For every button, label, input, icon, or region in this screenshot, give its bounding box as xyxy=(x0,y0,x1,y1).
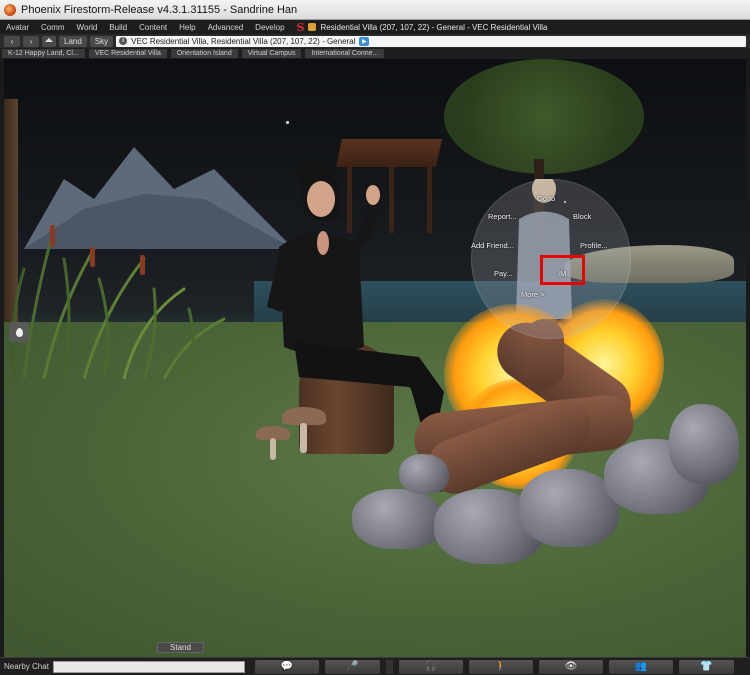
stand-button[interactable]: Stand xyxy=(157,642,204,653)
sky-button[interactable]: Sky xyxy=(89,35,114,47)
pie-more[interactable]: More > xyxy=(521,290,545,299)
menu-develop[interactable]: Develop xyxy=(255,23,284,32)
people-button[interactable]: 👥 xyxy=(608,659,673,674)
home-button[interactable] xyxy=(42,35,56,47)
walk-icon: 🚶 xyxy=(494,661,508,672)
favorite-item[interactable]: VEC Residential Villa xyxy=(88,49,167,58)
bottom-toolbar: Nearby Chat 💬 🎤 🎧 🚶 👁 👥 👕 xyxy=(0,657,750,675)
pie-block[interactable]: Block xyxy=(573,212,591,221)
pie-go-to[interactable]: Go to xyxy=(537,194,555,203)
parcel-lock-icon[interactable] xyxy=(308,23,317,31)
speak-button[interactable]: 💬 xyxy=(254,659,319,674)
microphone-icon: 🎤 xyxy=(346,661,359,672)
window-title-bar: Phoenix Firestorm-Release v4.3.1.31155 -… xyxy=(0,0,750,20)
menu-content[interactable]: Content xyxy=(139,23,167,32)
mushroom-stem xyxy=(270,438,276,460)
people-icon: 👥 xyxy=(634,661,648,672)
pie-report[interactable]: Report... xyxy=(488,212,517,221)
forward-arrow-icon: › xyxy=(29,36,33,46)
shirt-icon: 👕 xyxy=(700,661,713,672)
voice-button[interactable]: 🎤 xyxy=(324,659,380,674)
go-icon[interactable]: ▶ xyxy=(359,36,370,46)
nearby-chat-input[interactable] xyxy=(52,660,245,673)
star xyxy=(286,121,289,124)
appearance-button[interactable]: 👕 xyxy=(678,659,734,674)
favorite-item[interactable]: Orientation Island xyxy=(170,49,238,58)
pie-profile[interactable]: Profile... xyxy=(580,241,608,250)
rock xyxy=(669,404,739,484)
view-button[interactable]: 👁 xyxy=(538,659,603,674)
voice-dropdown[interactable] xyxy=(385,659,393,674)
headphones-icon: 🎧 xyxy=(424,661,438,672)
navigation-bar: ‹ › Land Sky i VEC Residential Villa, Re… xyxy=(0,34,750,48)
world-viewport[interactable]: Go to Report... Block Add Friend... Prof… xyxy=(4,59,746,657)
mushroom-stem xyxy=(300,423,307,453)
location-text: VEC Residential Villa, Residential Villa… xyxy=(131,36,356,46)
favorite-item[interactable]: K-12 Happy Land, Cl... xyxy=(2,49,85,58)
move-button[interactable]: 🚶 xyxy=(468,659,533,674)
tree-canopy xyxy=(444,59,644,174)
rock xyxy=(399,454,449,494)
location-pin-button[interactable] xyxy=(9,322,29,342)
location-input[interactable]: i VEC Residential Villa, Residential Vil… xyxy=(116,35,746,47)
firestorm-app-icon xyxy=(4,3,16,16)
back-arrow-icon: ‹ xyxy=(10,36,14,46)
info-icon[interactable]: i xyxy=(119,37,128,45)
land-button[interactable]: Land xyxy=(59,35,87,47)
sound-button[interactable]: 🎧 xyxy=(398,659,463,674)
menu-bar: Avatar Comm World Build Content Help Adv… xyxy=(0,20,750,34)
im-highlight-box xyxy=(540,255,585,285)
map-pin-icon xyxy=(15,327,23,337)
speech-bubble-icon: 💬 xyxy=(280,661,294,672)
menu-advanced[interactable]: Advanced xyxy=(208,23,244,32)
pie-menu: Go to Report... Block Add Friend... Prof… xyxy=(471,179,631,339)
pie-add-friend[interactable]: Add Friend... xyxy=(471,241,514,250)
home-icon xyxy=(45,38,53,42)
parcel-info[interactable]: Residential Villa (207, 107, 22) - Gener… xyxy=(320,23,547,32)
favorites-bar: K-12 Happy Land, Cl... VEC Residential V… xyxy=(0,48,750,59)
nearby-chat-label[interactable]: Nearby Chat xyxy=(4,662,49,671)
forward-button[interactable]: › xyxy=(23,35,39,47)
favorite-item[interactable]: Virtual Campus xyxy=(241,49,302,58)
tall-grass xyxy=(11,225,226,379)
back-button[interactable]: ‹ xyxy=(4,35,20,47)
menu-comm[interactable]: Comm xyxy=(41,23,65,32)
pie-pay[interactable]: Pay... xyxy=(494,269,513,278)
rock xyxy=(352,489,444,549)
menu-help[interactable]: Help xyxy=(179,23,195,32)
eye-icon: 👁 xyxy=(564,661,578,672)
window-title: Phoenix Firestorm-Release v4.3.1.31155 -… xyxy=(21,3,298,16)
menu-build[interactable]: Build xyxy=(109,23,127,32)
menu-avatar[interactable]: Avatar xyxy=(6,23,29,32)
favorite-item[interactable]: International Conne... xyxy=(305,49,385,58)
menu-world[interactable]: World xyxy=(77,23,98,32)
script-s-icon[interactable]: S xyxy=(297,21,305,34)
